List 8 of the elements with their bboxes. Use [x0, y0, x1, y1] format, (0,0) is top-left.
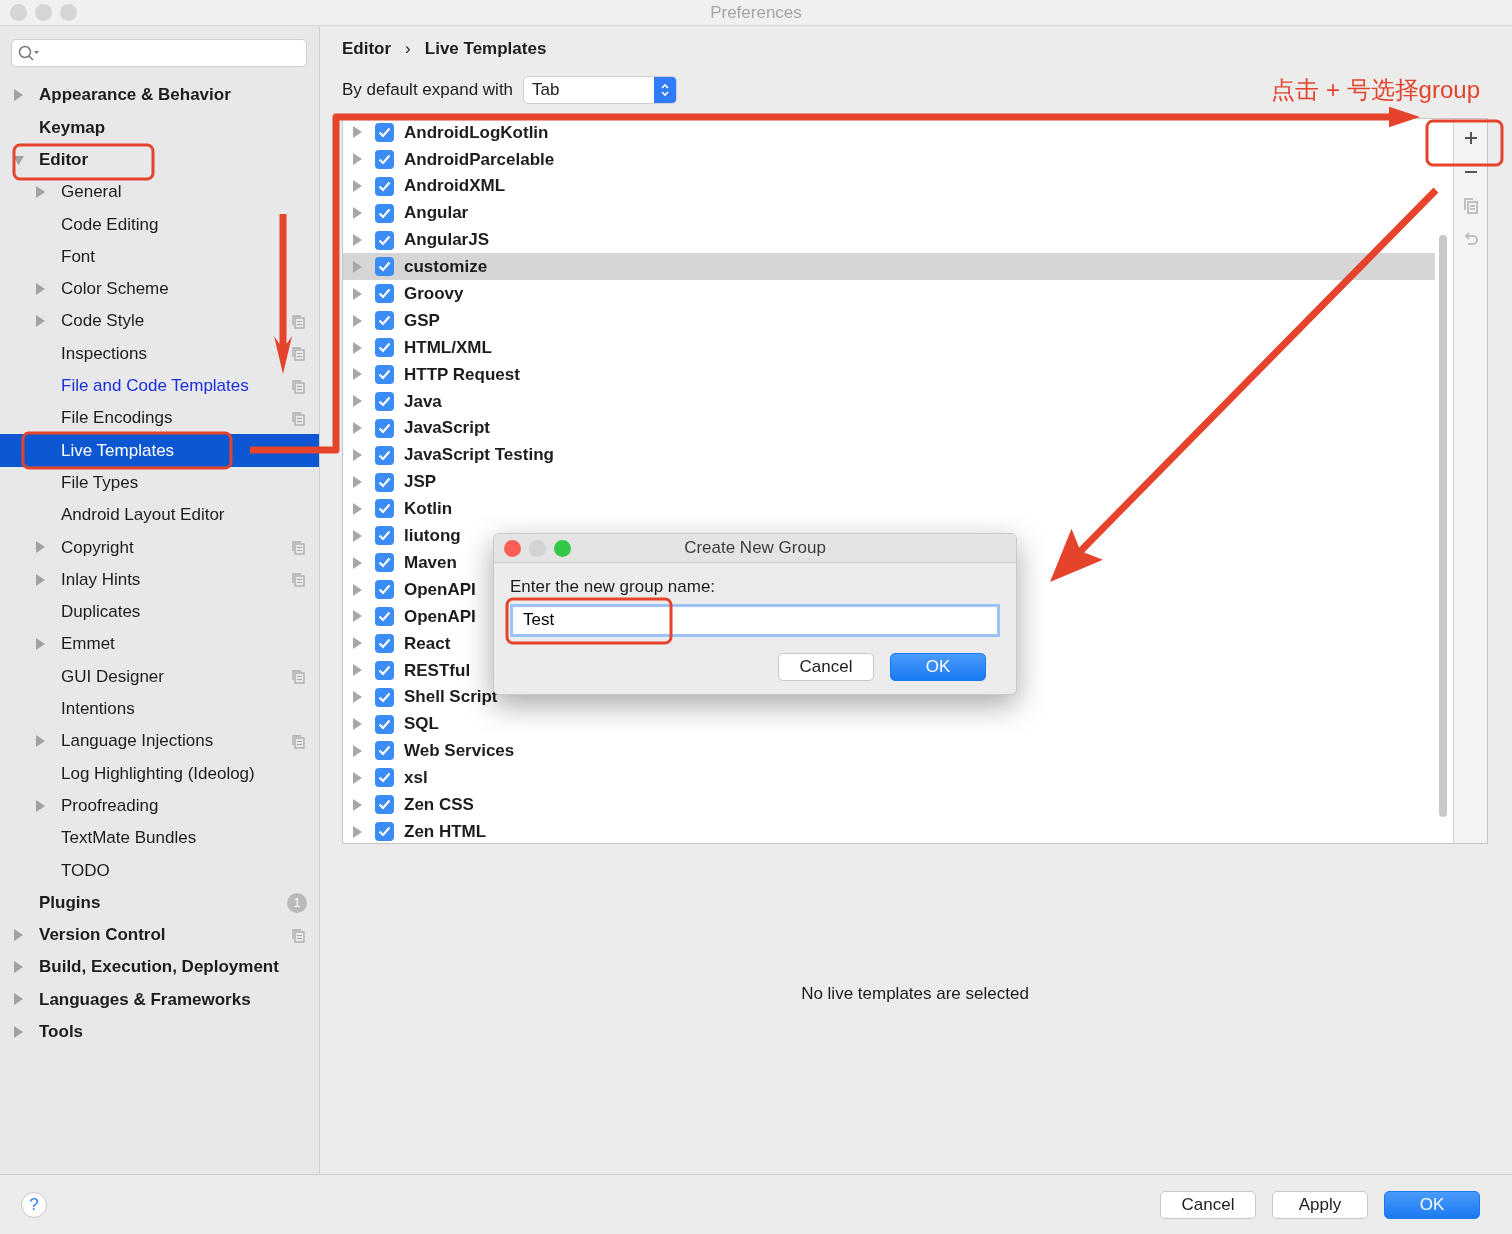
annotation-text: 点击 + 号选择group	[1271, 75, 1480, 105]
breadcrumb-separator: ›	[405, 38, 411, 61]
window-title: Preferences	[710, 2, 802, 22]
empty-message: No live templates are selected	[801, 983, 1029, 1006]
count-badge: 1	[287, 892, 307, 913]
field-label: Enter the new group name:	[510, 576, 717, 598]
dialog-title: Create New Group	[684, 538, 826, 558]
field-label: By default expand with	[342, 79, 514, 102]
